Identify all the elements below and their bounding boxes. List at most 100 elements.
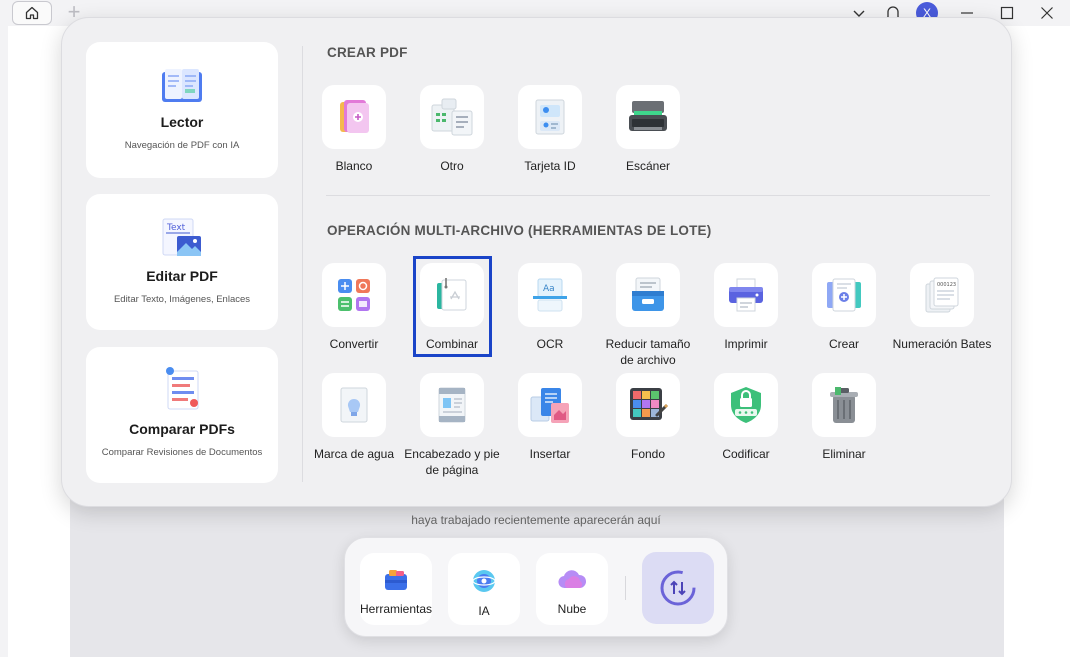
create-blank-button[interactable]: Blanco bbox=[309, 85, 399, 174]
batch-encrypt-button[interactable]: Codificar bbox=[701, 373, 791, 462]
tool-label: Otro bbox=[440, 159, 464, 173]
card-subtitle: Navegación de PDF con IA bbox=[124, 140, 240, 151]
id-card-icon bbox=[535, 99, 565, 135]
reader-card[interactable]: Lector Navegación de PDF con IA bbox=[86, 42, 278, 178]
svg-text:000123: 000123 bbox=[937, 282, 956, 288]
trash-icon bbox=[830, 387, 858, 423]
batch-print-button[interactable]: Imprimir bbox=[701, 263, 791, 352]
tool-label: Insertar bbox=[529, 447, 571, 461]
watermark-icon bbox=[340, 387, 368, 423]
tool-tile bbox=[616, 263, 680, 327]
tool-tile bbox=[616, 373, 680, 437]
batch-delete-button[interactable]: Eliminar bbox=[799, 373, 889, 462]
tool-tile bbox=[420, 85, 484, 149]
tool-label: Tarjeta ID bbox=[524, 159, 576, 173]
batch-bates-button[interactable]: 000123 Numeración Bates bbox=[893, 263, 991, 352]
dock-item-label: Nube bbox=[557, 602, 587, 616]
vertical-divider bbox=[302, 46, 303, 482]
batch-insert-button[interactable]: Insertar bbox=[505, 373, 595, 462]
section-divider bbox=[326, 195, 990, 196]
ai-icon bbox=[472, 570, 496, 592]
dock-switch-button[interactable] bbox=[642, 552, 714, 624]
tool-tile bbox=[518, 85, 582, 149]
batch-background-button[interactable]: Fondo bbox=[603, 373, 693, 462]
create-other-button[interactable]: Otro bbox=[407, 85, 497, 174]
tool-tile bbox=[322, 85, 386, 149]
printer-icon bbox=[729, 278, 763, 312]
card-title: Editar PDF bbox=[146, 268, 218, 284]
home-icon bbox=[25, 6, 39, 20]
dock-ai-button[interactable]: IA bbox=[448, 553, 520, 625]
insert-pages-icon bbox=[530, 388, 569, 423]
convert-icon bbox=[338, 279, 370, 311]
tool-label: Eliminar bbox=[822, 447, 866, 461]
batch-header-footer-button[interactable]: Encabezado y pie de página bbox=[404, 373, 500, 478]
card-subtitle: Comparar Revisiones de Documentos bbox=[101, 447, 263, 458]
switch-arrows-icon bbox=[660, 570, 696, 606]
tool-tile: Aa bbox=[518, 263, 582, 327]
tool-label: Encabezado y pie de página bbox=[404, 447, 500, 477]
tool-tile bbox=[518, 373, 582, 437]
blank-pdf-icon bbox=[340, 100, 369, 133]
tool-tile bbox=[812, 263, 876, 327]
svg-text:Aa: Aa bbox=[543, 284, 555, 294]
svg-text:Text: Text bbox=[166, 223, 186, 233]
tool-label: Codificar bbox=[722, 447, 770, 461]
home-tab[interactable] bbox=[12, 1, 52, 25]
compress-icon bbox=[632, 277, 664, 311]
close-window-button[interactable] bbox=[1024, 1, 1070, 25]
tool-tile bbox=[714, 373, 778, 437]
create-pdf-icon bbox=[827, 278, 861, 312]
dock-cloud-button[interactable]: Nube bbox=[536, 553, 608, 625]
other-files-icon bbox=[431, 98, 473, 136]
close-icon bbox=[1041, 7, 1053, 19]
tool-tile: 000123 bbox=[910, 263, 974, 327]
batch-ocr-button[interactable]: Aa OCR bbox=[505, 263, 595, 352]
scanner-icon bbox=[629, 101, 667, 131]
tool-tile bbox=[322, 373, 386, 437]
bates-numbering-icon: 000123 bbox=[925, 277, 959, 313]
create-pdf-heading: CREAR PDF bbox=[327, 45, 408, 60]
tool-label: Reducir tamaño de archivo bbox=[605, 337, 691, 367]
tools-panel: Lector Navegación de PDF con IA Text Edi… bbox=[61, 17, 1012, 507]
dock-item-label: Herramientas bbox=[359, 602, 433, 616]
tool-label: Crear bbox=[828, 337, 859, 351]
tool-label: Convertir bbox=[329, 337, 379, 351]
card-title: Lector bbox=[160, 114, 204, 130]
card-subtitle: Editar Texto, Imágenes, Enlaces bbox=[113, 294, 251, 305]
card-title: Comparar PDFs bbox=[129, 421, 235, 437]
background-icon bbox=[630, 388, 669, 420]
tool-label: Blanco bbox=[335, 159, 373, 173]
batch-create-button[interactable]: Crear bbox=[799, 263, 889, 352]
tool-tile bbox=[714, 263, 778, 327]
compare-pdfs-card[interactable]: Comparar PDFs Comparar Revisiones de Doc… bbox=[86, 347, 278, 483]
batch-watermark-button[interactable]: Marca de agua bbox=[309, 373, 399, 462]
dock-tools-button[interactable]: Herramientas bbox=[360, 553, 432, 625]
bottom-dock: Herramientas IA Nube bbox=[344, 537, 728, 637]
create-scanner-button[interactable]: Escáner bbox=[603, 85, 693, 174]
dock-item-label: IA bbox=[478, 604, 490, 618]
edit-pdf-card[interactable]: Text Editar PDF Editar Texto, Imágenes, … bbox=[86, 194, 278, 330]
tools-icon bbox=[385, 570, 407, 590]
recent-files-empty-text: haya trabajado recientemente aparecerán … bbox=[411, 513, 661, 527]
tool-label: Numeración Bates bbox=[892, 337, 992, 351]
compare-documents-icon bbox=[166, 367, 199, 410]
dock-separator bbox=[625, 576, 626, 600]
tool-label: Imprimir bbox=[724, 337, 768, 351]
tool-tile bbox=[420, 373, 484, 437]
selection-highlight bbox=[413, 256, 492, 357]
batch-convert-button[interactable]: Convertir bbox=[309, 263, 399, 352]
maximize-icon bbox=[1000, 6, 1014, 20]
background-right-pane bbox=[1004, 26, 1070, 657]
tool-tile bbox=[812, 373, 876, 437]
create-id-card-button[interactable]: Tarjeta ID bbox=[505, 85, 595, 174]
batch-compress-button[interactable]: Reducir tamaño de archivo bbox=[603, 263, 693, 368]
batch-tools-heading: OPERACIÓN MULTI-ARCHIVO (HERRAMIENTAS DE… bbox=[327, 223, 712, 238]
reader-book-icon bbox=[162, 69, 202, 102]
header-footer-icon bbox=[438, 387, 466, 423]
tool-label: OCR bbox=[536, 337, 564, 351]
cloud-icon bbox=[558, 570, 587, 589]
tool-label: Marca de agua bbox=[313, 447, 395, 461]
tool-tile bbox=[616, 85, 680, 149]
tool-label: Fondo bbox=[630, 447, 666, 461]
